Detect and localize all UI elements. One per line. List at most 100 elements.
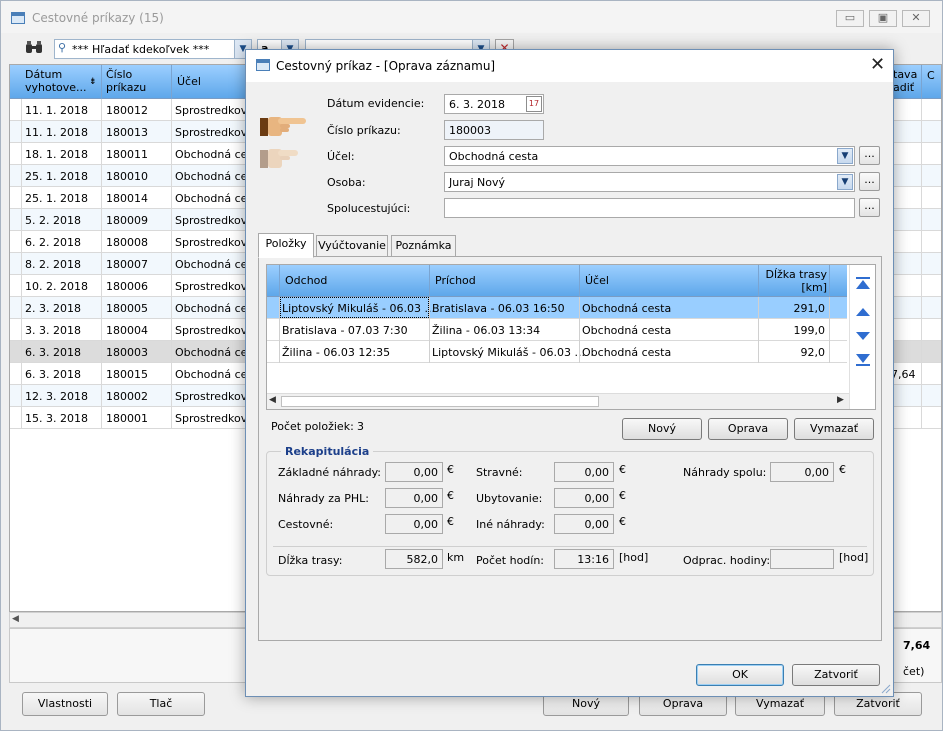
chevron-down-icon[interactable]: ▼ bbox=[837, 174, 853, 190]
phl-label: Náhrady za PHL: bbox=[278, 492, 369, 505]
stravne-value: 0,00 bbox=[554, 462, 614, 482]
print-button[interactable]: Tlač bbox=[117, 692, 205, 716]
close-button[interactable]: ✕ bbox=[902, 10, 930, 27]
odprac-value[interactable] bbox=[770, 549, 834, 569]
column-header-prichod[interactable]: Príchod bbox=[435, 274, 476, 287]
restore-button[interactable]: ▣ bbox=[869, 10, 897, 27]
osoba-select[interactable]: Juraj Nový ▼ bbox=[444, 172, 855, 192]
column-header-cislo[interactable]: Číslo príkazu bbox=[106, 68, 146, 94]
column-header-odchod[interactable]: Odchod bbox=[285, 274, 327, 287]
dialog-close-button[interactable]: Zatvoriť bbox=[792, 664, 880, 686]
table-row[interactable]: Bratislava - 07.03 7:30 Žilina - 06.03 13… bbox=[267, 319, 847, 341]
ucel-browse-button[interactable]: ... bbox=[859, 146, 880, 165]
km-unit: km bbox=[447, 551, 465, 564]
cell-ucel: Sprostredkova bbox=[175, 236, 255, 249]
cell-cislo: 180005 bbox=[106, 302, 148, 315]
item-edit-button[interactable]: Oprava bbox=[708, 418, 788, 440]
column-header-dlzka[interactable]: Dĺžka trasy [km] bbox=[765, 268, 827, 294]
stravne-label: Stravné: bbox=[476, 466, 523, 479]
search-input[interactable]: *** Hľadať kdekoľvek *** bbox=[72, 43, 209, 56]
sort-icon: ⇟ bbox=[89, 77, 97, 87]
close-icon[interactable]: ✕ bbox=[870, 54, 885, 75]
items-horizontal-scrollbar[interactable]: ◀ ▶ bbox=[267, 393, 849, 409]
recap-title: Rekapitulácia bbox=[281, 445, 374, 458]
move-last-icon[interactable] bbox=[855, 353, 871, 367]
tab-polozky[interactable]: Položky bbox=[258, 233, 314, 258]
move-down-icon[interactable] bbox=[855, 329, 871, 343]
travel-order-dialog: Cestovný príkaz - [Oprava záznamu] ✕ Dát… bbox=[245, 49, 894, 697]
cell-ucel: Obchodná ces bbox=[175, 170, 254, 183]
ubytovanie-label: Ubytovanie: bbox=[476, 492, 543, 505]
spolucestujuci-browse-button[interactable]: ... bbox=[859, 198, 880, 217]
column-header-datum[interactable]: Dátum vyhotove... bbox=[25, 68, 87, 94]
cell-cislo: 180003 bbox=[106, 346, 148, 359]
scroll-thumb[interactable] bbox=[281, 396, 599, 407]
cestovne-label: Cestovné: bbox=[278, 518, 334, 531]
tab-poznamka[interactable]: Poznámka bbox=[391, 235, 456, 257]
osoba-value: Juraj Nový bbox=[449, 176, 506, 189]
resize-grip-icon[interactable] bbox=[879, 682, 891, 694]
column-header-ucel[interactable]: Účel bbox=[585, 274, 609, 287]
item-new-button[interactable]: Nový bbox=[622, 418, 702, 440]
phl-value: 0,00 bbox=[385, 488, 443, 508]
cell-datum: 25. 1. 2018 bbox=[25, 192, 88, 205]
binoculars-icon[interactable] bbox=[25, 40, 45, 56]
spolucestujuci-field[interactable] bbox=[444, 198, 855, 218]
move-first-icon[interactable] bbox=[855, 277, 871, 291]
osoba-label: Osoba: bbox=[327, 176, 366, 189]
cell-odchod: Bratislava - 07.03 7:30 bbox=[282, 324, 408, 337]
table-row[interactable]: Žilina - 06.03 12:35 Liptovský Mikuláš - … bbox=[267, 341, 847, 363]
euro-unit: € bbox=[447, 463, 454, 476]
cell-ucel: Obchodná ces bbox=[175, 368, 254, 381]
cell-datum: 18. 1. 2018 bbox=[25, 148, 88, 161]
cell-prichod: Žilina - 06.03 13:34 bbox=[432, 324, 541, 337]
calendar-icon[interactable]: 17 bbox=[526, 96, 542, 112]
chevron-down-icon[interactable]: ▼ bbox=[837, 148, 853, 164]
table-row[interactable]: Liptovský Mikuláš - 06.03 ... Bratislava … bbox=[267, 297, 847, 319]
cell-datum: 6. 2. 2018 bbox=[25, 236, 81, 249]
move-up-icon[interactable] bbox=[855, 305, 871, 319]
cell-ucel: Obchodná cesta bbox=[582, 302, 672, 315]
item-delete-button[interactable]: Vymazať bbox=[794, 418, 874, 440]
cell-dlzka: 291,0 bbox=[793, 302, 826, 315]
cislo-field[interactable]: 180003 bbox=[444, 120, 544, 140]
cell-cislo: 180014 bbox=[106, 192, 148, 205]
column-header-ucel[interactable]: Účel bbox=[177, 75, 201, 88]
window-icon bbox=[256, 59, 270, 71]
datum-field[interactable]: 6. 3. 2018 17 bbox=[444, 94, 544, 114]
zakladne-value: 0,00 bbox=[385, 462, 443, 482]
cell-cislo: 180009 bbox=[106, 214, 148, 227]
cell-odchod: Žilina - 06.03 12:35 bbox=[282, 346, 391, 359]
ok-button[interactable]: OK bbox=[696, 664, 784, 686]
datum-value: 6. 3. 2018 bbox=[449, 98, 505, 111]
recap-group: Rekapitulácia Základné náhrady: 0,00 € N… bbox=[266, 445, 874, 576]
cell-datum: 11. 1. 2018 bbox=[25, 104, 88, 117]
euro-unit: € bbox=[619, 463, 626, 476]
cell-ucel: Obchodná cesta bbox=[582, 346, 672, 359]
properties-button[interactable]: Vlastnosti bbox=[22, 692, 108, 716]
pointing-hand-icon bbox=[260, 117, 306, 136]
main-titlebar: Cestovné príkazy (15) ▭ ▣ ✕ bbox=[1, 1, 942, 33]
cell-ucel: Sprostredkova bbox=[175, 280, 255, 293]
euro-unit: € bbox=[619, 489, 626, 502]
cell-datum: 6. 3. 2018 bbox=[25, 368, 81, 381]
tab-vyuctovanie[interactable]: Vyúčtovanie bbox=[316, 235, 388, 257]
scroll-right-icon[interactable]: ▶ bbox=[837, 395, 844, 405]
cell-ucel: Obchodná cesta bbox=[582, 324, 672, 337]
dlzka-value: 582,0 bbox=[385, 549, 443, 569]
osoba-browse-button[interactable]: ... bbox=[859, 172, 880, 191]
items-table[interactable]: Odchod Príchod Účel Dĺžka trasy [km] Lipt… bbox=[266, 264, 876, 410]
search-combobox[interactable]: ⚲ *** Hľadať kdekoľvek *** ▼ bbox=[54, 39, 252, 59]
main-window-title: Cestovné príkazy (15) bbox=[32, 11, 164, 25]
cell-ucel: Sprostredkova bbox=[175, 412, 255, 425]
cell-datum: 3. 3. 2018 bbox=[25, 324, 81, 337]
cell-ucel: Sprostredkova bbox=[175, 126, 255, 139]
ucel-select[interactable]: Obchodná cesta ▼ bbox=[444, 146, 855, 166]
ine-label: Iné náhrady: bbox=[476, 518, 545, 531]
column-header-c[interactable]: C bbox=[927, 69, 935, 82]
minimize-button[interactable]: ▭ bbox=[836, 10, 864, 27]
cell-ucel: Sprostredkova bbox=[175, 324, 255, 337]
scroll-left-icon[interactable]: ◀ bbox=[269, 395, 276, 405]
column-header-partial[interactable]: tava adiť bbox=[893, 68, 917, 94]
scroll-left-icon[interactable]: ◀ bbox=[12, 614, 19, 624]
